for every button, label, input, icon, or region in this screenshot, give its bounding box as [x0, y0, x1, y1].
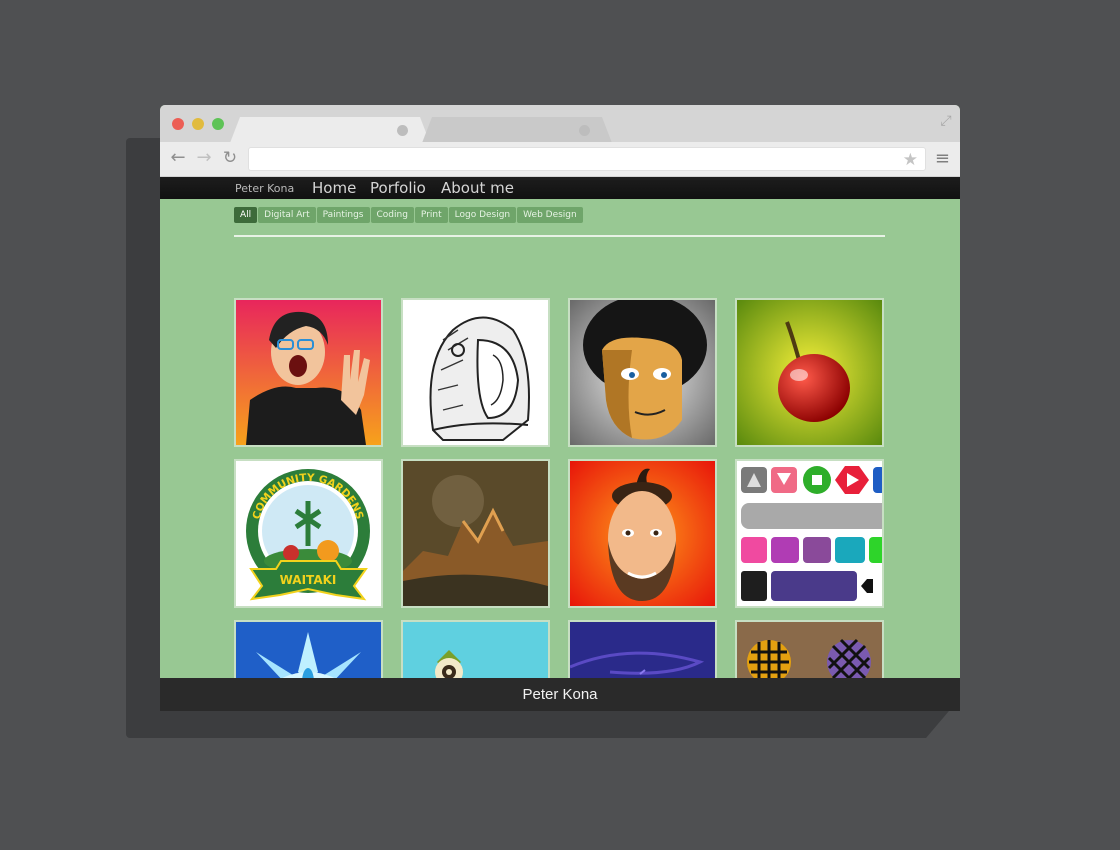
- tab-strip: ⤢: [160, 105, 960, 142]
- portfolio-image: [737, 300, 882, 445]
- portfolio-item-astronaut[interactable]: [401, 298, 550, 447]
- reload-icon[interactable]: ↻: [220, 148, 240, 168]
- site-brand[interactable]: Peter Kona: [235, 182, 294, 195]
- logo-text-bottom: WAITAKI: [280, 573, 337, 587]
- portfolio-image: [403, 461, 548, 606]
- filter-digital-art[interactable]: Digital Art: [258, 207, 316, 223]
- site-footer: Peter Kona: [160, 678, 960, 711]
- nav-link-about[interactable]: About me: [441, 179, 514, 197]
- filter-all[interactable]: All: [234, 207, 258, 223]
- browser-tab-new[interactable]: [422, 117, 612, 143]
- portfolio-grid: WAITAKI COMMUNITY GARDENS: [234, 298, 886, 711]
- close-window-button[interactable]: [172, 118, 184, 130]
- portfolio-image: [236, 300, 381, 445]
- browser-toolbar: ← → ↻ ★ ≡: [160, 142, 960, 177]
- back-arrow-icon[interactable]: ←: [168, 148, 188, 168]
- portfolio-item-landscape-painting[interactable]: [401, 459, 550, 608]
- filter-web-design[interactable]: Web Design: [517, 207, 583, 223]
- portfolio-item-screaming-man[interactable]: [234, 298, 383, 447]
- divider: [234, 235, 885, 237]
- portfolio-item-afro-man[interactable]: [568, 298, 717, 447]
- filter-coding[interactable]: Coding: [370, 207, 414, 223]
- browser-menu-icon[interactable]: ≡: [935, 149, 950, 169]
- portfolio-item-community-gardens-logo[interactable]: WAITAKI COMMUNITY GARDENS: [234, 459, 383, 608]
- browser-tab-active[interactable]: [230, 117, 430, 143]
- maximize-window-button[interactable]: [212, 118, 224, 130]
- site-navbar: Peter Kona Home Porfolio About me: [160, 177, 960, 199]
- portfolio-image: [570, 300, 715, 445]
- address-bar[interactable]: [248, 147, 926, 171]
- portfolio-item-topknot-man[interactable]: [568, 459, 717, 608]
- portfolio-image: [737, 461, 882, 606]
- tab-close-icon[interactable]: [579, 125, 590, 136]
- filter-print[interactable]: Print: [414, 207, 448, 223]
- filter-paintings[interactable]: Paintings: [316, 207, 370, 223]
- nav-link-home[interactable]: Home: [312, 179, 356, 197]
- footer-text: Peter Kona: [522, 686, 598, 703]
- browser-window: ⤢ ← → ↻ ★ ≡ Peter Kona Home Porfolio Abo…: [160, 105, 960, 711]
- portfolio-image: [403, 300, 548, 445]
- forward-arrow-icon[interactable]: →: [194, 148, 214, 168]
- bookmark-star-icon[interactable]: ★: [903, 150, 918, 170]
- portfolio-filter-bar: All Digital Art Paintings Coding Print L…: [234, 207, 583, 223]
- portfolio-image: WAITAKI COMMUNITY GARDENS: [236, 461, 381, 606]
- portfolio-item-cherry[interactable]: [735, 298, 884, 447]
- filter-logo-design[interactable]: Logo Design: [448, 207, 517, 223]
- portfolio-item-ui-buttons[interactable]: [735, 459, 884, 608]
- fullscreen-icon[interactable]: ⤢: [938, 112, 954, 128]
- tab-close-icon[interactable]: [397, 125, 408, 136]
- nav-link-portfolio[interactable]: Porfolio: [370, 179, 426, 197]
- minimize-window-button[interactable]: [192, 118, 204, 130]
- portfolio-image: [570, 461, 715, 606]
